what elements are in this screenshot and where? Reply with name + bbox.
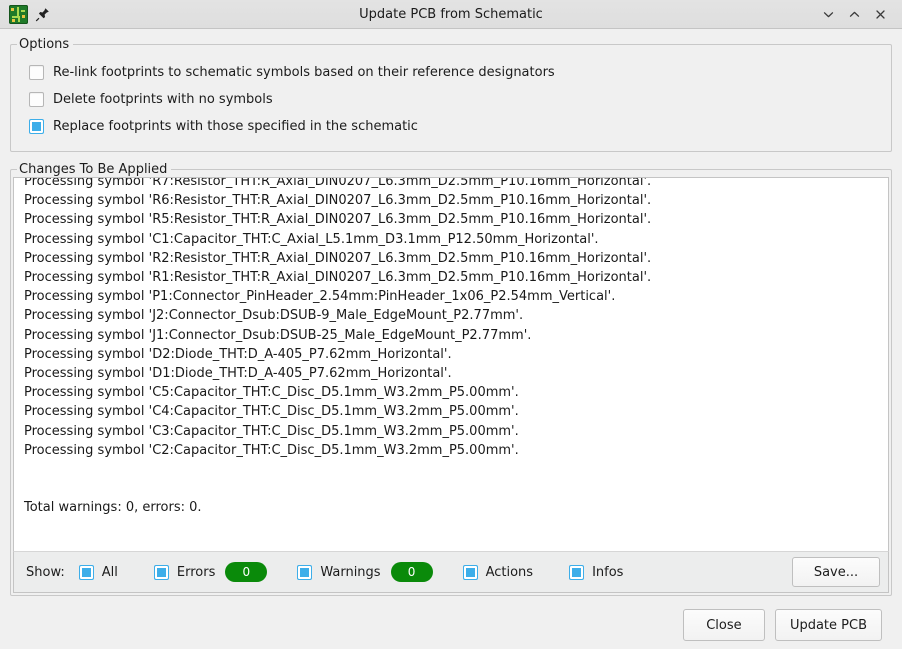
options-list: Re-link footprints to schematic symbols … [11, 52, 891, 151]
log-line: Processing symbol 'C2:Capacitor_THT:C_Di… [24, 441, 878, 460]
log-line: Processing symbol 'R6:Resistor_THT:R_Axi… [24, 191, 878, 210]
filter-infos-checkbox[interactable] [569, 565, 584, 580]
replace-footprints-label: Replace footprints with those specified … [53, 119, 418, 134]
filter-warnings[interactable]: Warnings 0 [297, 562, 432, 582]
window-title: Update PCB from Schematic [0, 0, 902, 29]
log-line: Processing symbol 'P1:Connector_PinHeade… [24, 287, 878, 306]
filter-errors[interactable]: Errors 0 [154, 562, 267, 582]
log-line: Processing symbol 'D2:Diode_THT:D_A-405_… [24, 345, 878, 364]
changes-log-panel[interactable]: Processing symbol 'R7:Resistor_THT:R_Axi… [13, 177, 889, 551]
save-button[interactable]: Save... [792, 557, 880, 587]
options-group: Options Re-link footprints to schematic … [10, 37, 892, 152]
log-line: Processing symbol 'R1:Resistor_THT:R_Axi… [24, 268, 878, 287]
filter-infos-label: Infos [592, 565, 623, 580]
changes-body: Processing symbol 'R7:Resistor_THT:R_Axi… [11, 177, 891, 595]
log-line: Processing symbol 'J1:Connector_Dsub:DSU… [24, 326, 878, 345]
dialog-footer: Close Update PCB [10, 596, 892, 641]
replace-footprints-checkbox[interactable] [29, 119, 44, 134]
close-button[interactable] [868, 2, 892, 26]
filter-actions[interactable]: Actions [463, 565, 534, 580]
changes-group: Changes To Be Applied Processing symbol … [10, 162, 892, 596]
log-summary-line: Total warnings: 0, errors: 0. [24, 498, 878, 517]
option-relink-footprints[interactable]: Re-link footprints to schematic symbols … [29, 60, 883, 85]
log-line: Processing symbol 'C3:Capacitor_THT:C_Di… [24, 422, 878, 441]
changes-section: Changes To Be Applied Processing symbol … [10, 162, 892, 596]
minimize-button[interactable] [816, 2, 840, 26]
warnings-count-badge: 0 [391, 562, 433, 582]
log-line: Processing symbol 'D1:Diode_THT:D_A-405_… [24, 364, 878, 383]
log-line: Processing symbol 'C4:Capacitor_THT:C_Di… [24, 402, 878, 421]
pcb-board-icon [9, 5, 28, 24]
filter-all-checkbox[interactable] [79, 565, 94, 580]
maximize-button[interactable] [842, 2, 866, 26]
relink-footprints-checkbox[interactable] [29, 65, 44, 80]
title-bar: Update PCB from Schematic [0, 0, 902, 29]
window-controls [816, 2, 898, 26]
changes-legend: Changes To Be Applied [17, 162, 171, 177]
options-legend: Options [17, 37, 73, 52]
delete-footprints-label: Delete footprints with no symbols [53, 92, 273, 107]
title-bar-left-icons [4, 5, 51, 24]
filter-all-label: All [102, 565, 118, 580]
log-line: Processing symbol 'J2:Connector_Dsub:DSU… [24, 306, 878, 325]
log-line: Processing symbol 'R7:Resistor_THT:R_Axi… [24, 177, 878, 191]
filter-warnings-label: Warnings [320, 565, 380, 580]
log-line: Processing symbol 'R5:Resistor_THT:R_Axi… [24, 210, 878, 229]
option-replace-footprints[interactable]: Replace footprints with those specified … [29, 114, 883, 139]
log-gap [24, 460, 878, 498]
close-button-footer[interactable]: Close [683, 609, 765, 641]
filter-errors-label: Errors [177, 565, 215, 580]
log-line: Processing symbol 'C1:Capacitor_THT:C_Ax… [24, 230, 878, 249]
filter-actions-checkbox[interactable] [463, 565, 478, 580]
filter-all[interactable]: All [79, 565, 118, 580]
errors-count-badge: 0 [225, 562, 267, 582]
option-delete-footprints[interactable]: Delete footprints with no symbols [29, 87, 883, 112]
filter-infos[interactable]: Infos [569, 565, 623, 580]
log-line: Processing symbol 'R2:Resistor_THT:R_Axi… [24, 249, 878, 268]
changes-log-content: Processing symbol 'R7:Resistor_THT:R_Axi… [14, 177, 888, 517]
relink-footprints-label: Re-link footprints to schematic symbols … [53, 65, 555, 80]
filter-errors-checkbox[interactable] [154, 565, 169, 580]
dialog-content: Options Re-link footprints to schematic … [0, 29, 902, 641]
show-label: Show: [26, 565, 65, 580]
delete-footprints-checkbox[interactable] [29, 92, 44, 107]
log-line: Processing symbol 'C5:Capacitor_THT:C_Di… [24, 383, 878, 402]
filter-actions-label: Actions [486, 565, 534, 580]
filter-warnings-checkbox[interactable] [297, 565, 312, 580]
update-pcb-button[interactable]: Update PCB [775, 609, 882, 641]
pushpin-icon[interactable] [34, 6, 51, 23]
log-filter-bar: Show: All Errors 0 Warnings [13, 551, 889, 593]
